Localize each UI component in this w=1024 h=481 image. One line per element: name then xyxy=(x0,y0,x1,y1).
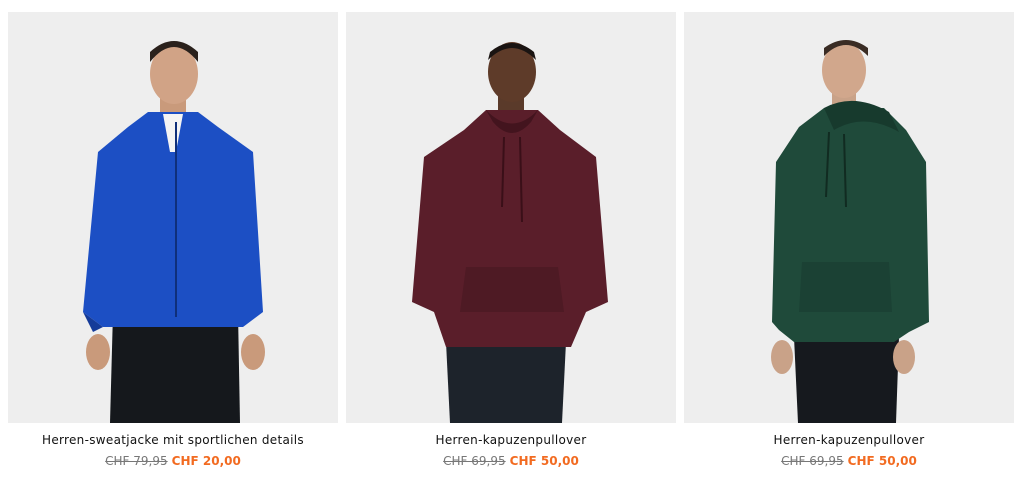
price-block: CHF 79,95 CHF 20,00 xyxy=(8,454,338,468)
product-card[interactable]: Herren-kapuzenpullover CHF 69,95 CHF 50,0… xyxy=(346,12,676,468)
product-image[interactable] xyxy=(8,12,338,423)
product-grid: Herren-sweatjacke mit sportlichen detail… xyxy=(0,0,1024,481)
product-card[interactable]: Herren-kapuzenpullover CHF 69,95 CHF 50,0… xyxy=(684,12,1014,468)
old-price: CHF 69,95 xyxy=(781,454,844,468)
product-title[interactable]: Herren-kapuzenpullover xyxy=(684,433,1014,447)
old-price: CHF 69,95 xyxy=(443,454,506,468)
product-title[interactable]: Herren-sweatjacke mit sportlichen detail… xyxy=(8,433,338,447)
sale-price: CHF 50,00 xyxy=(847,454,917,468)
product-image[interactable] xyxy=(684,12,1014,423)
product-image[interactable] xyxy=(346,12,676,423)
sale-price: CHF 20,00 xyxy=(171,454,241,468)
sale-price: CHF 50,00 xyxy=(509,454,579,468)
price-block: CHF 69,95 CHF 50,00 xyxy=(684,454,1014,468)
old-price: CHF 79,95 xyxy=(105,454,168,468)
product-title[interactable]: Herren-kapuzenpullover xyxy=(346,433,676,447)
price-block: CHF 69,95 CHF 50,00 xyxy=(346,454,676,468)
product-card[interactable]: Herren-sweatjacke mit sportlichen detail… xyxy=(8,12,338,468)
